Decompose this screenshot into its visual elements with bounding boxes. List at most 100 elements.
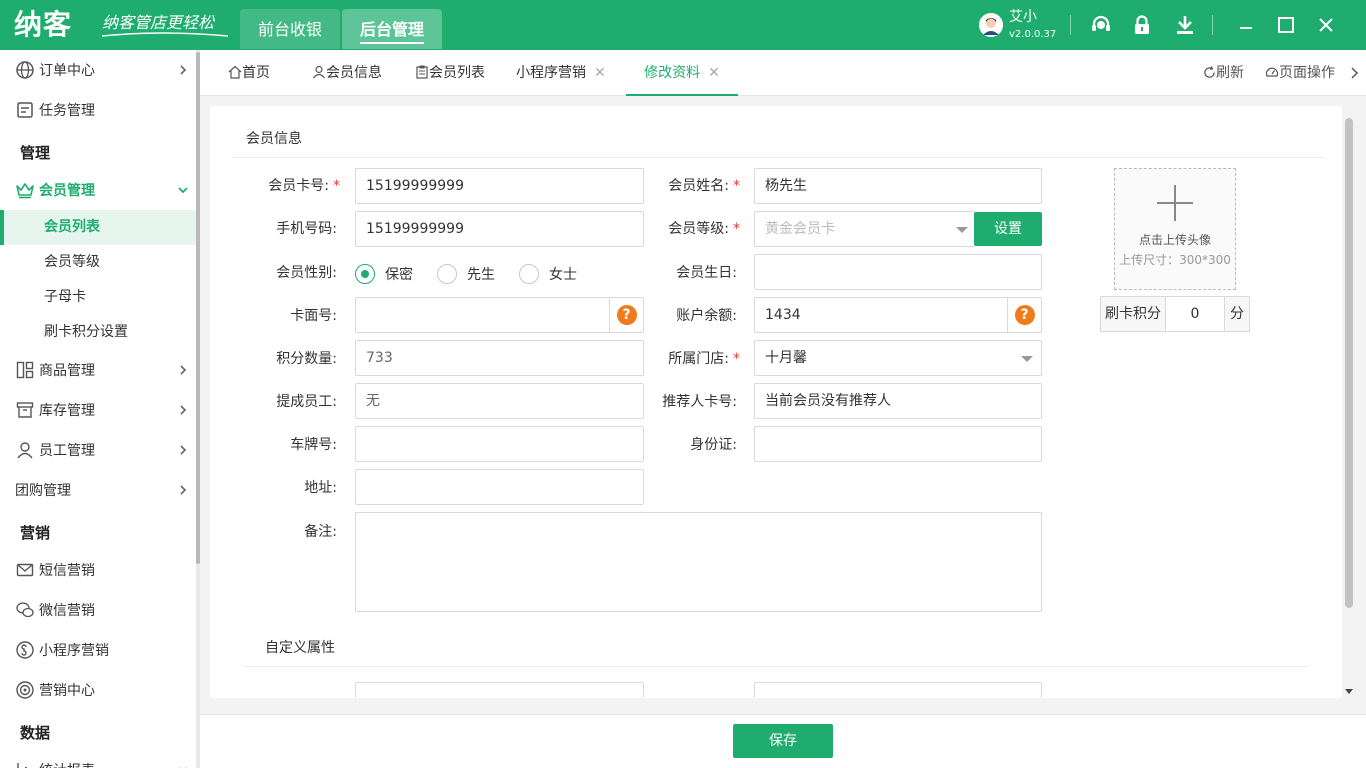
avatar-upload-area[interactable]: 点击上传头像 上传尺寸：300*300 [1114, 168, 1236, 290]
section-title-custom-attributes: 自定义属性 [265, 640, 335, 656]
member-level-label: 会员等级: * [668, 221, 740, 237]
chevron-down-icon [178, 187, 188, 194]
sidebar-item-wechat-marketing[interactable]: 微信营销 [0, 590, 196, 630]
sidebar-item-reports[interactable]: 统计报表 [0, 750, 196, 768]
sidebar-item-label: 小程序营销 [39, 643, 109, 659]
section-title-member-info: 会员信息 [246, 131, 302, 147]
sidebar-section-manage: 管理 [20, 144, 51, 162]
member-name-label: 会员姓名: * [668, 178, 740, 194]
gender-radio-female[interactable]: 女士 [519, 264, 577, 284]
scroll-down-icon[interactable] [1344, 688, 1354, 696]
tab-label: 会员信息 [326, 65, 382, 81]
sidebar-item-staff[interactable]: 员工管理 [0, 430, 196, 470]
birthday-input[interactable] [754, 254, 1042, 290]
sidebar-item-label: 统计报表 [39, 760, 95, 768]
sidebar-item-orders[interactable]: 订单中心 [0, 50, 196, 90]
tab-member-info[interactable]: 会员信息 [312, 50, 382, 96]
content-scrollbar-thumb[interactable] [1345, 118, 1353, 608]
sidebar-item-label: 营销中心 [39, 683, 95, 699]
remark-label: 备注: [304, 524, 337, 540]
refresh-button[interactable]: 刷新 [1203, 50, 1244, 96]
member-level-select[interactable]: 黄金会员卡 [754, 211, 976, 247]
card-face-label: 卡面号: [290, 308, 337, 324]
tab-home[interactable]: 首页 [228, 50, 270, 96]
app-version: v2.0.0.37 [1009, 29, 1057, 40]
user-icon [17, 442, 33, 459]
sidebar-item-sms-marketing[interactable]: 短信营销 [0, 550, 196, 590]
chevron-down-icon [179, 767, 187, 768]
swipe-points-unit: 分 [1224, 296, 1250, 332]
idcard-label: 身份证: [690, 437, 737, 453]
user-icon [313, 65, 325, 79]
sidebar-section-data: 数据 [20, 724, 51, 742]
chevron-right-icon[interactable] [1349, 67, 1359, 79]
sidebar-item-miniprogram-marketing[interactable]: 小程序营销 [0, 630, 196, 670]
chart-icon [17, 763, 27, 768]
maximize-icon[interactable] [1274, 13, 1298, 37]
custom-attribute-input[interactable] [754, 682, 1042, 698]
address-input[interactable] [355, 469, 644, 505]
sidebar-item-label: 商品管理 [39, 363, 95, 379]
save-button[interactable]: 保存 [733, 724, 833, 758]
balance-input[interactable]: 1434? [754, 297, 1042, 333]
tab-member-list[interactable]: 会员列表 [415, 50, 485, 96]
minimize-icon[interactable] [1234, 13, 1258, 37]
member-level-set-button[interactable]: 设置 [974, 212, 1042, 246]
tab-label: 首页 [242, 65, 270, 81]
sidebar-sub-swipe-points-settings[interactable]: 刷卡积分设置 [0, 315, 196, 350]
sidebar-item-products[interactable]: 商品管理 [0, 350, 196, 390]
store-select[interactable]: 十月馨 [754, 340, 1042, 376]
help-icon[interactable]: ? [1007, 298, 1041, 332]
close-tab-icon[interactable]: ✕ [594, 65, 606, 81]
custom-attribute-input[interactable] [355, 682, 644, 698]
close-tab-icon[interactable]: ✕ [708, 65, 720, 81]
tab-edit-profile[interactable]: 修改资料 ✕ [626, 50, 738, 96]
idcard-input[interactable] [754, 426, 1042, 462]
sidebar-item-group-buy[interactable]: 团购管理 [0, 470, 196, 510]
page-operations-button[interactable]: 页面操作 [1265, 50, 1335, 96]
sidebar-item-label: 订单中心 [39, 63, 95, 79]
swipe-points-input[interactable]: 0 [1165, 296, 1225, 332]
remark-textarea[interactable] [355, 512, 1042, 612]
support-headset-icon[interactable] [1089, 13, 1113, 37]
sidebar-item-inventory[interactable]: 库存管理 [0, 390, 196, 430]
card-number-label: 会员卡号: * [268, 178, 340, 194]
dropdown-caret-icon [1021, 356, 1033, 362]
referrer-input[interactable]: 当前会员没有推荐人 [754, 383, 1042, 419]
wechat-icon [16, 602, 34, 618]
store-label: 所属门店: * [668, 351, 740, 367]
box-icon [16, 402, 34, 418]
sidebar-item-marketing-center[interactable]: 营销中心 [0, 670, 196, 710]
refresh-icon [1204, 66, 1215, 78]
member-name-input[interactable]: 杨先生 [754, 168, 1042, 204]
task-icon [17, 102, 33, 118]
tab-back-management[interactable]: 后台管理 [342, 9, 443, 49]
sidebar-sub-parent-child-card[interactable]: 子母卡 [0, 280, 196, 315]
sidebar-item-label: 任务管理 [39, 103, 95, 119]
tab-front-cashier-label: 前台收银 [258, 20, 323, 39]
plate-label: 车牌号: [290, 437, 337, 453]
target-icon [16, 681, 34, 699]
sidebar-sub-member-level[interactable]: 会员等级 [0, 245, 196, 280]
sidebar-sub-member-list[interactable]: 会员列表 [0, 210, 196, 245]
chevron-right-icon [180, 485, 187, 495]
globe-icon [16, 61, 34, 79]
sidebar-item-label: 库存管理 [39, 403, 95, 419]
plus-icon [1157, 185, 1193, 221]
download-icon[interactable] [1173, 13, 1197, 37]
chevron-right-icon [180, 405, 187, 415]
gender-radio-secret[interactable]: 保密 [355, 264, 413, 284]
tab-miniprogram-marketing[interactable]: 小程序营销 ✕ [516, 50, 606, 96]
section-divider [232, 157, 1324, 158]
sidebar-item-members[interactable]: 会员管理 [0, 170, 196, 210]
lock-icon[interactable] [1130, 13, 1154, 37]
gauge-icon [1265, 67, 1279, 77]
chevron-right-icon [180, 445, 187, 455]
page-tab-bar: 首页 会员信息 会员列表 小程序营销 ✕ 修改资料 ✕ 刷新 页面操作 [200, 50, 1366, 96]
user-avatar[interactable] [979, 13, 1003, 37]
sidebar-item-tasks[interactable]: 任务管理 [0, 90, 196, 130]
close-icon[interactable] [1314, 13, 1338, 37]
tab-front-cashier[interactable]: 前台收银 [240, 9, 341, 49]
chevron-right-icon [180, 65, 187, 75]
gender-radio-male[interactable]: 先生 [437, 264, 495, 284]
